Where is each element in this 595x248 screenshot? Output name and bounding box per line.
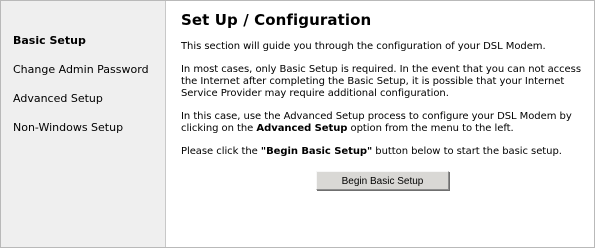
- advanced-setup-emphasis: Advanced Setup: [256, 123, 348, 134]
- begin-basic-setup-button[interactable]: Begin Basic Setup: [316, 171, 449, 190]
- sidebar-nav: Basic Setup Change Admin Password Advanc…: [1, 1, 166, 247]
- sidebar-item-basic-setup[interactable]: Basic Setup: [1, 34, 165, 48]
- advanced-text-after: option from the menu to the left.: [347, 123, 514, 134]
- begin-text-before: Please click the: [181, 146, 261, 157]
- intro-paragraph: This section will guide you through the …: [181, 41, 546, 52]
- advanced-setup-paragraph: In this case, use the Advanced Setup pro…: [181, 111, 584, 135]
- button-row: Begin Basic Setup: [181, 169, 584, 190]
- sidebar-item-change-admin-password[interactable]: Change Admin Password: [1, 63, 165, 77]
- sidebar-item-non-windows-setup[interactable]: Non-Windows Setup: [1, 121, 165, 135]
- begin-basic-setup-emphasis: "Begin Basic Setup": [260, 146, 373, 157]
- begin-text-after: button below to start the basic setup.: [372, 146, 562, 157]
- basic-setup-paragraph: In most cases, only Basic Setup is requi…: [181, 64, 581, 99]
- begin-instruction-paragraph: Please click the "Begin Basic Setup" but…: [181, 146, 584, 158]
- page-title: Set Up / Configuration: [181, 11, 372, 29]
- page-frame: Basic Setup Change Admin Password Advanc…: [0, 0, 595, 248]
- sidebar-item-advanced-setup[interactable]: Advanced Setup: [1, 92, 165, 106]
- main-content: Set Up / Configuration This section will…: [166, 1, 594, 247]
